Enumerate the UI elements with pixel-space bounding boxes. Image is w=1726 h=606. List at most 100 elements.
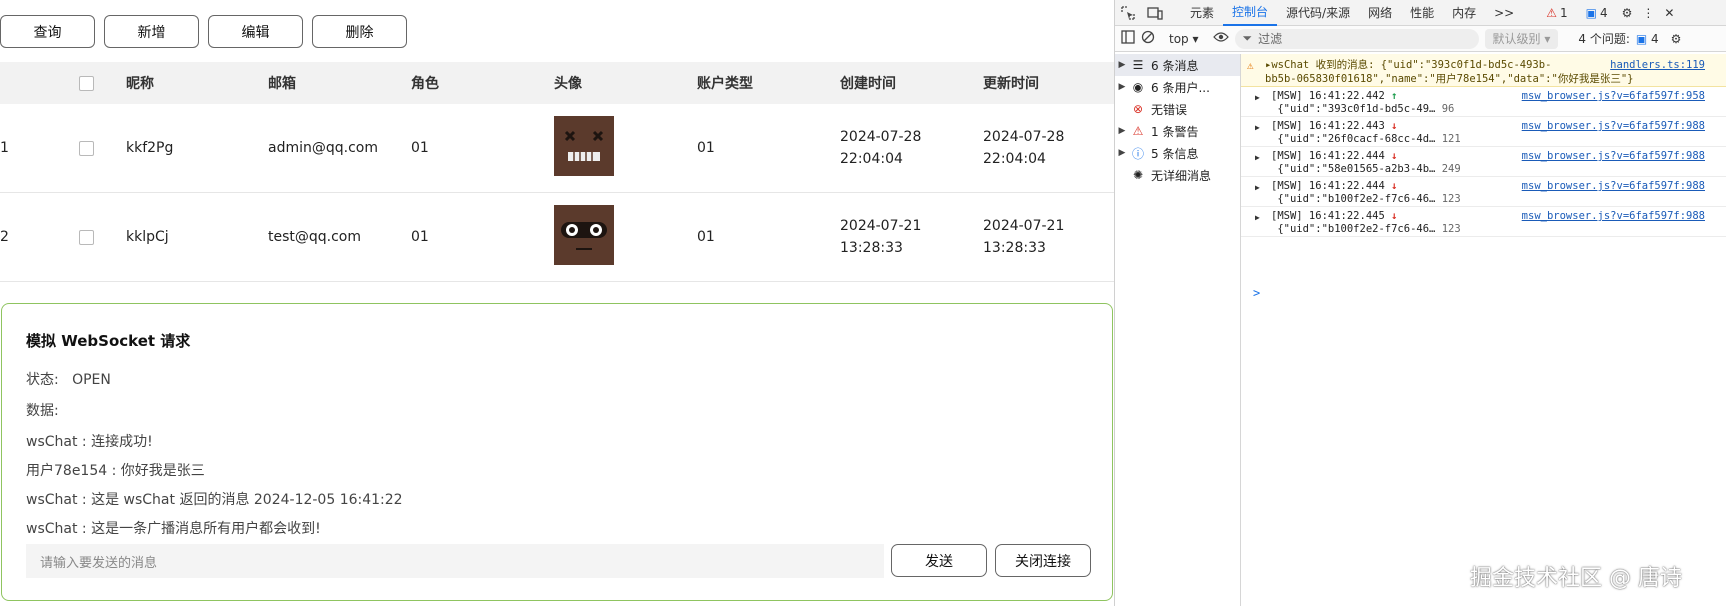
filter-input[interactable]: ⏷ 过滤: [1234, 28, 1479, 49]
row-nickname: kklpCj: [126, 229, 169, 245]
row-index: 2: [0, 229, 9, 245]
expand-arrow-icon: ▶: [1118, 148, 1126, 158]
tab-elements[interactable]: 元素: [1181, 0, 1223, 26]
ws-title: 模拟 WebSocket 请求: [26, 332, 191, 350]
settings-gear-icon[interactable]: ⚙: [1617, 0, 1638, 26]
row-select: [76, 140, 126, 156]
sidebar-item-warnings[interactable]: ▶ ⚠ 1 条警告: [1115, 120, 1240, 142]
status-value: OPEN: [72, 372, 111, 388]
tab-network[interactable]: 网络: [1359, 0, 1401, 26]
log-level-select[interactable]: 默认级别 ▾: [1484, 28, 1559, 49]
inspect-icon[interactable]: [1115, 0, 1141, 26]
log-entry[interactable]: ▶ [MSW] 16:41:22.442 ↑ {"uid":"393c0f1d-…: [1241, 87, 1726, 117]
log-body: {"uid":"26f0cacf-68cc-4d…: [1277, 133, 1436, 145]
expand-arrow-icon[interactable]: ▶: [1255, 211, 1260, 224]
header-created: 创建时间: [840, 76, 896, 92]
log-entry[interactable]: ▶ [MSW] 16:41:22.444 ↓ {"uid":"58e01565-…: [1241, 147, 1726, 177]
toolbar: 查询 新增 编辑 删除: [0, 15, 407, 48]
header-select-all: [76, 75, 126, 91]
warning-icon: ⚠: [1247, 59, 1254, 72]
send-button[interactable]: 发送: [891, 544, 987, 577]
row-role: 01: [411, 140, 429, 156]
table-row[interactable]: 2 kklpCj test@qq.com 01 01 2024-07-21 13…: [0, 193, 1114, 282]
sidebar-item-verbose[interactable]: ✺ 无详细消息: [1115, 164, 1240, 186]
edit-button[interactable]: 编辑: [208, 15, 303, 48]
source-link[interactable]: msw_browser.js?v=6faf597f:988: [1522, 210, 1705, 223]
header-updated: 更新时间: [983, 76, 1039, 92]
ws-status: 状态: OPEN: [26, 369, 111, 389]
expand-arrow-icon: ▶: [1118, 126, 1126, 136]
avatar-icon: [554, 116, 614, 176]
console-settings-icon[interactable]: ⚙: [1671, 32, 1682, 46]
source-link[interactable]: msw_browser.js?v=6faf597f:958: [1522, 90, 1705, 103]
arrow-down-icon: ↓: [1391, 210, 1398, 222]
arrow-down-icon: ↓: [1391, 180, 1398, 192]
sidebar-toggle-icon[interactable]: [1121, 30, 1135, 47]
message-input[interactable]: 请输入要发送的消息: [26, 544, 884, 578]
sidebar-item-user-messages[interactable]: ▶ ◉ 6 条用户...: [1115, 76, 1240, 98]
log-entry[interactable]: ▶ [MSW] 16:41:22.445 ↓ {"uid":"b100f2e2-…: [1241, 207, 1726, 237]
tab-memory[interactable]: 内存: [1443, 0, 1485, 26]
warning-counter[interactable]: ⚠ 1: [1537, 0, 1576, 26]
eye-icon[interactable]: [1212, 31, 1229, 46]
expand-arrow-icon[interactable]: ▶: [1255, 151, 1260, 164]
console-prompt[interactable]: >: [1253, 286, 1260, 300]
created-date: 2024-07-28: [840, 129, 922, 145]
ws-message: wsChat : 连接成功!: [26, 434, 153, 450]
tab-sources[interactable]: 源代码/来源: [1277, 0, 1359, 26]
device-toggle-icon[interactable]: [1141, 0, 1169, 26]
row-updated: 2024-07-21 13:28:33: [983, 215, 1114, 259]
row-email: test@qq.com: [268, 229, 362, 245]
avatar-icon: [554, 205, 614, 265]
source-link[interactable]: handlers.ts:119: [1610, 58, 1705, 72]
tab-console[interactable]: 控制台: [1223, 0, 1278, 26]
arrow-up-icon: ↑: [1391, 90, 1398, 102]
warning-log-entry[interactable]: ⚠ ▸wsChat 收到的消息: {"uid":"393c0f1d-bd5c-4…: [1241, 54, 1726, 87]
more-tabs-button[interactable]: >>: [1485, 0, 1523, 26]
tab-performance[interactable]: 性能: [1401, 0, 1443, 26]
close-connection-button[interactable]: 关闭连接: [995, 544, 1091, 577]
query-button[interactable]: 查询: [0, 15, 95, 48]
row-checkbox[interactable]: [79, 140, 94, 156]
add-button[interactable]: 新增: [104, 15, 199, 48]
clear-console-icon[interactable]: [1141, 30, 1155, 47]
source-link[interactable]: msw_browser.js?v=6faf597f:988: [1522, 120, 1705, 133]
row-account-type: 01: [697, 229, 715, 245]
sidebar-item-info[interactable]: ▶ ⓘ 5 条信息: [1115, 142, 1240, 164]
log-body: {"uid":"58e01565-a2b3-4b…: [1277, 163, 1436, 175]
expand-arrow-icon[interactable]: ▶: [1255, 181, 1260, 194]
log-entry[interactable]: ▶ [MSW] 16:41:22.443 ↓ {"uid":"26f0cacf-…: [1241, 117, 1726, 147]
table-row[interactable]: 1 kkf2Pg admin@qq.com 01 01 2024-07-28 22…: [0, 104, 1114, 193]
sidebar-item-errors[interactable]: ⊗ 无错误: [1115, 98, 1240, 120]
created-time: 13:28:33: [840, 240, 903, 256]
delete-button[interactable]: 删除: [312, 15, 407, 48]
source-link[interactable]: msw_browser.js?v=6faf597f:988: [1522, 180, 1705, 193]
warning-icon: ⚠: [1132, 124, 1144, 138]
log-time: [MSW] 16:41:22.444: [1271, 180, 1385, 192]
log-size: 121: [1441, 133, 1461, 145]
more-menu-icon[interactable]: ⋮: [1637, 0, 1659, 26]
expand-arrow-icon: ▶: [1118, 82, 1126, 92]
console-log: ⚠ ▸wsChat 收到的消息: {"uid":"393c0f1d-bd5c-4…: [1241, 54, 1726, 606]
close-icon[interactable]: ✕: [1659, 0, 1679, 26]
context-selector[interactable]: top ▾: [1169, 32, 1199, 46]
expand-arrow-icon: ▶: [1118, 60, 1126, 70]
arrow-down-icon: ↓: [1391, 120, 1398, 132]
expand-arrow-icon[interactable]: ▶: [1255, 91, 1260, 104]
expand-arrow-icon[interactable]: ▶: [1255, 121, 1260, 134]
message-icon: ▣: [1585, 5, 1597, 20]
source-link[interactable]: msw_browser.js?v=6faf597f:988: [1522, 150, 1705, 163]
sidebar-item-label: 无详细消息: [1151, 168, 1212, 183]
updated-time: 13:28:33: [983, 240, 1046, 256]
message-counter[interactable]: ▣ 4: [1577, 0, 1617, 26]
sidebar-item-messages[interactable]: ▶ ☰ 6 条消息: [1115, 54, 1240, 76]
row-checkbox[interactable]: [79, 229, 94, 245]
header-avatar: 头像: [554, 76, 582, 92]
issues-button[interactable]: ▣ 4: [1636, 32, 1659, 46]
row-select: [76, 229, 126, 245]
select-all-checkbox[interactable]: [79, 75, 94, 91]
warning-count: 1: [1560, 5, 1568, 20]
updated-time: 22:04:04: [983, 151, 1046, 167]
log-level-label: 默认级别: [1492, 32, 1541, 46]
log-entry[interactable]: ▶ [MSW] 16:41:22.444 ↓ {"uid":"b100f2e2-…: [1241, 177, 1726, 207]
